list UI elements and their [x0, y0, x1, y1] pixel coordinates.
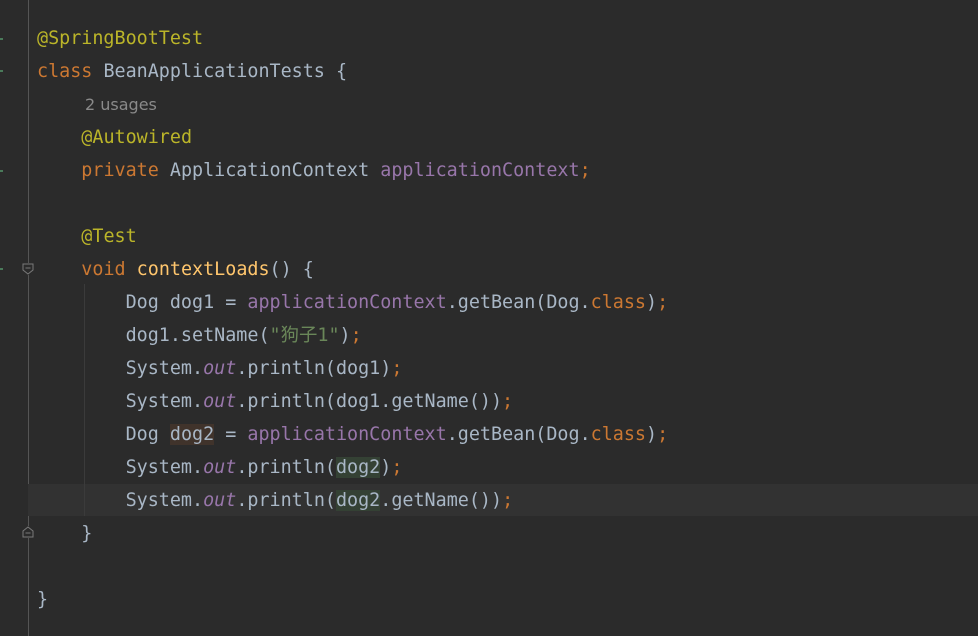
code-token: private — [81, 160, 170, 181]
code-token: @Autowired — [81, 127, 193, 148]
code-token: dog2 — [169, 424, 215, 445]
code-editor[interactable]: @SpringBootTest class BeanApplicationTest… — [0, 0, 978, 636]
code-line[interactable]: void contextLoads() { — [37, 253, 314, 286]
code-token: applicationContext — [380, 160, 580, 181]
code-line[interactable]: @Test — [37, 220, 137, 253]
code-token: @SpringBootTest — [37, 28, 204, 49]
code-token: out — [203, 391, 237, 412]
code-token: ; — [350, 325, 362, 346]
code-token: applicationContext — [247, 292, 447, 313]
code-token: System. — [37, 391, 204, 412]
code-token: System. — [37, 358, 204, 379]
code-token: } — [37, 523, 93, 544]
code-line[interactable]: System.out.println(dog1); — [37, 352, 403, 385]
code-line[interactable]: @Autowired — [37, 121, 192, 154]
code-line[interactable]: dog1.setName("狗子1"); — [37, 319, 362, 352]
code-token: .println(dog1) — [236, 358, 392, 379]
code-line[interactable]: @SpringBootTest — [37, 22, 203, 55]
code-token: dog2 — [335, 457, 381, 478]
fold-start-icon[interactable] — [22, 263, 34, 275]
code-line[interactable]: private ApplicationContext applicationCo… — [37, 154, 591, 187]
code-line[interactable]: class BeanApplicationTests { — [37, 55, 347, 88]
code-token: out — [203, 457, 237, 478]
code-token: ) — [646, 424, 658, 445]
code-token: ) — [646, 292, 658, 313]
code-token: void — [81, 259, 137, 280]
gutter-change-marker — [0, 70, 3, 72]
code-token: .println( — [236, 457, 336, 478]
code-line[interactable]: } — [37, 517, 92, 550]
code-token: applicationContext — [247, 424, 447, 445]
code-token: ; — [657, 424, 669, 445]
code-token: @Test — [81, 226, 137, 247]
code-line[interactable]: System.out.println(dog2); — [37, 451, 402, 484]
code-token: Dog dog1 = — [37, 292, 248, 313]
code-token: contextLoads — [136, 259, 270, 280]
inlay-hint-usages[interactable]: 2 usages — [85, 95, 157, 114]
code-token: .getBean(Dog. — [446, 292, 591, 313]
code-token: dog1.setName( — [37, 325, 270, 346]
code-token: ; — [391, 457, 403, 478]
code-token: ; — [391, 358, 403, 379]
code-token: dog2 — [335, 490, 381, 511]
code-token: ; — [502, 490, 514, 511]
code-token: BeanApplicationTests { — [103, 61, 348, 82]
code-token: ) — [339, 325, 351, 346]
code-token: .getName()) — [380, 490, 503, 511]
code-token: class — [590, 424, 647, 445]
fold-end-icon[interactable] — [22, 526, 34, 538]
code-token: ; — [579, 160, 591, 181]
gutter-change-marker — [0, 170, 3, 172]
code-token: ApplicationContext — [169, 160, 381, 181]
code-line[interactable]: System.out.println(dog2.getName()); — [37, 484, 513, 517]
code-token: "狗子1" — [269, 325, 340, 346]
code-token: ; — [657, 292, 669, 313]
code-line[interactable]: } — [37, 583, 48, 616]
code-token: .getBean(Dog. — [446, 424, 591, 445]
code-line[interactable]: Dog dog1 = applicationContext.getBean(Do… — [37, 286, 669, 319]
code-token: () { — [269, 259, 314, 280]
code-token: .println( — [236, 490, 336, 511]
code-line[interactable]: System.out.println(dog1.getName()); — [37, 385, 514, 418]
code-token: out — [203, 490, 237, 511]
code-token: System. — [37, 457, 204, 478]
code-token: ; — [502, 391, 514, 412]
code-line[interactable]: 2 usages — [85, 88, 157, 121]
code-token: class — [590, 292, 646, 313]
code-token: = — [214, 424, 248, 445]
code-token: Dog — [37, 424, 170, 445]
code-token: } — [37, 589, 49, 610]
code-token: System. — [37, 490, 204, 511]
code-line[interactable]: Dog dog2 = applicationContext.getBean(Do… — [37, 418, 668, 451]
code-token: class — [37, 61, 104, 82]
gutter-change-marker — [0, 38, 3, 40]
code-token: .println(dog1.getName()) — [236, 391, 503, 412]
gutter-change-marker — [0, 268, 3, 270]
code-token: out — [203, 358, 237, 379]
gutter-divider — [28, 0, 29, 636]
code-token: ) — [380, 457, 392, 478]
